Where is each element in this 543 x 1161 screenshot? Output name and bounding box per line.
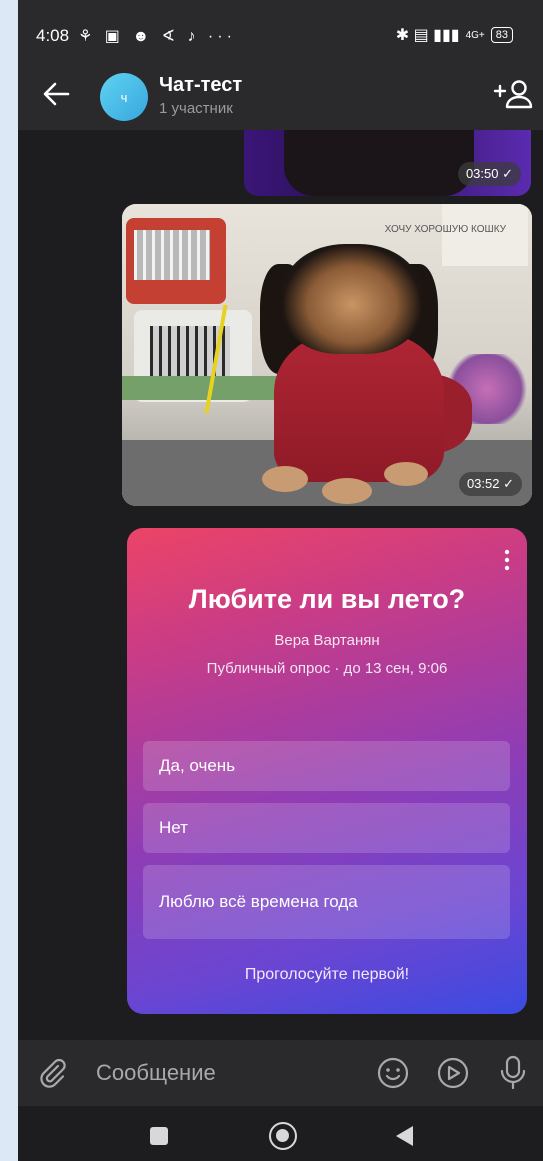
- message-composer: Сообщение: [18, 1040, 543, 1106]
- system-nav-bar: [18, 1106, 543, 1161]
- poll-option-label: Да, очень: [159, 756, 236, 775]
- poll-option-label: Люблю всё времена года: [159, 892, 358, 911]
- chat-header: ч Чат-тест 1 участник: [18, 66, 543, 130]
- photo-message-dog[interactable]: ХОЧУ ХОРОШУЮ КОШКУ 03:52 ✓: [122, 204, 532, 506]
- status-bar: 4:08 ⚘ ▣ ☻ ∢ ♪ ··· ✱ ▤ ▮▮▮ 4G+ 83: [18, 0, 543, 66]
- poll-vote-prompt: Проголосуйте первой!: [244, 966, 410, 983]
- network-label: 4G+: [465, 29, 485, 41]
- system-back-button[interactable]: [396, 1126, 413, 1146]
- message-time: 03:50 ✓: [457, 162, 521, 186]
- magazine-text: ХОЧУ ХОРОШУЮ КОШКУ: [384, 224, 506, 235]
- poll-option-label: Нет: [159, 818, 188, 837]
- add-user-icon[interactable]: [493, 78, 533, 110]
- poll-question: Любите ли вы лето?: [188, 584, 466, 614]
- battery-indicator: 83: [490, 27, 513, 43]
- back-arrow-icon[interactable]: [40, 78, 72, 110]
- poll-author: Вера Вартанян: [274, 632, 380, 649]
- home-button[interactable]: [269, 1122, 297, 1150]
- chat-avatar[interactable]: ч: [100, 73, 148, 121]
- poll-option[interactable]: Нет: [143, 803, 510, 853]
- chat-subtitle: 1 участник: [159, 100, 233, 117]
- magazine-rack: [442, 204, 528, 266]
- recents-button[interactable]: [150, 1127, 168, 1145]
- more-icon[interactable]: [503, 548, 511, 572]
- message-list[interactable]: 03:50 ✓ ХОЧУ ХОРОШУЮ КОШКУ 03:52 ✓ Любит…: [18, 130, 543, 1040]
- poll-option[interactable]: Да, очень: [143, 741, 510, 791]
- dog-in-red-suit: [274, 332, 444, 482]
- poll-card: Любите ли вы лето? Вера Вартанян Публичн…: [127, 528, 527, 1014]
- phone-screen: 4:08 ⚘ ▣ ☻ ∢ ♪ ··· ✱ ▤ ▮▮▮ 4G+ 83 ч Чат-…: [18, 0, 543, 1161]
- system-icons: ✱ ▤ ▮▮▮ 4G+ 83: [396, 25, 513, 45]
- emoji-icon[interactable]: [376, 1056, 410, 1090]
- notification-icons: ⚘ ▣ ☻ ∢ ♪ ···: [78, 28, 236, 45]
- photo-message[interactable]: 03:50 ✓: [244, 130, 531, 196]
- microphone-icon[interactable]: [496, 1054, 530, 1090]
- dog-head: [282, 244, 422, 354]
- photo-content: [284, 130, 474, 196]
- paperclip-icon[interactable]: [38, 1058, 68, 1088]
- status-time: 4:08: [36, 26, 70, 45]
- message-input[interactable]: Сообщение: [96, 1060, 216, 1086]
- poll-meta: Публичный опрос · до 13 сен, 9:06: [206, 660, 448, 677]
- poll-option[interactable]: Люблю всё времена года: [143, 865, 510, 939]
- message-time: 03:52 ✓: [458, 472, 522, 496]
- sticker-icon[interactable]: [436, 1056, 470, 1090]
- chat-title[interactable]: Чат-тест: [159, 74, 242, 97]
- system-glyphs: ✱ ▤ ▮▮▮: [395, 27, 460, 44]
